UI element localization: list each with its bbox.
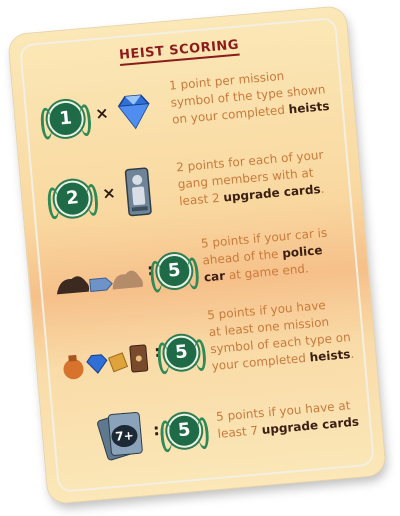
colon-symbol: : — [152, 419, 161, 440]
row-2-description: 2 points for each of your gang members w… — [176, 145, 342, 210]
row-4-icons: : 5 — [59, 331, 200, 392]
points-badge-5-icon: 5 — [163, 334, 200, 372]
multiply-symbol: × — [94, 103, 110, 124]
gang-member-icon — [124, 167, 152, 217]
row-2-icons: 2 × — [45, 165, 181, 226]
row-3-icons: : 5 — [52, 247, 193, 308]
row-4-description: 5 points if you have at least one missio… — [207, 295, 356, 375]
cards-7-icon: 7+ — [96, 410, 144, 462]
row-3-description: 5 points if your car is ahead of the pol… — [200, 223, 348, 286]
points-badge-5-icon: 5 — [165, 412, 203, 450]
mission-symbols-icon — [63, 344, 149, 380]
diamond-icon — [117, 94, 150, 130]
row-1-icons: 1 × — [38, 86, 174, 147]
row-1-description: 1 point per mission symbol of the type s… — [168, 64, 334, 129]
row-5-icons: 7+ : 5 — [66, 405, 203, 466]
points-badge-2-icon: 2 — [53, 179, 93, 219]
heist-scoring-card: HEIST SCORING 1 × 1 point per mission sy… — [8, 6, 386, 504]
multiply-symbol: × — [101, 182, 117, 203]
car-ahead-icon — [56, 270, 143, 295]
stage: HEIST SCORING 1 × 1 point per mission sy… — [0, 0, 400, 516]
points-badge-1-icon: 1 — [46, 99, 86, 139]
row-5-description: 5 points if you have at least 7 upgrade … — [215, 396, 361, 442]
points-badge-5-icon: 5 — [155, 252, 193, 290]
